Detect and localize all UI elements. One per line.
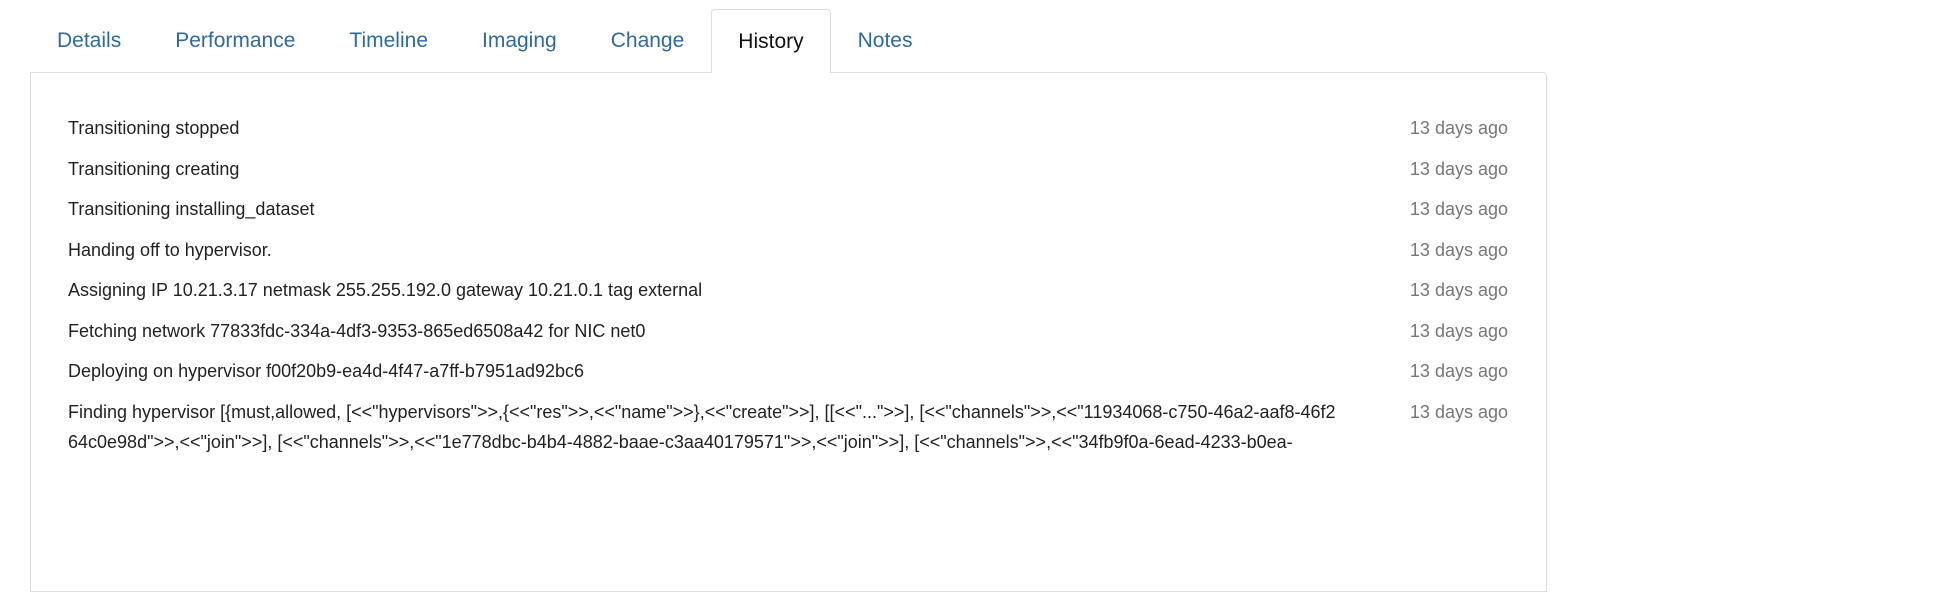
history-message: Transitioning creating [68,158,240,179]
tab-history[interactable]: History [711,9,831,73]
history-time: 13 days ago [1409,361,1508,381]
history-item: Assigning IP 10.21.3.17 netmask 255.255.… [68,275,1508,305]
history-list: Transitioning stopped 13 days ago Transit… [68,113,1508,467]
history-item: Transitioning stopped 13 days ago [68,113,1508,143]
history-time: 13 days ago [1409,158,1508,179]
tab-details[interactable]: Details [30,9,148,72]
history-message: Transitioning installing_dataset [68,199,315,219]
history-time: 13 days ago [1409,280,1508,300]
history-message: Transitioning stopped [68,118,240,138]
history-item: Fetching network 77833fdc-334a-4df3-9353… [68,316,1508,346]
history-item: Transitioning installing_dataset 13 days … [68,194,1508,224]
history-message: Finding hypervisor [{must,allowed, [<<"h… [68,401,1336,452]
history-message: Handing off to hypervisor. [68,239,272,260]
history-message: Assigning IP 10.21.3.17 netmask 255.255.… [68,280,703,300]
tab-change[interactable]: Change [584,9,712,72]
history-time: 13 days ago [1409,199,1508,219]
tab-bar: Details Performance Timeline Imaging Cha… [30,9,940,73]
tab-notes[interactable]: Notes [831,9,940,72]
history-message: Deploying on hypervisor f00f20b9-ea4d-4f… [68,361,585,381]
history-item: Handing off to hypervisor. 13 days ago [68,235,1508,265]
history-item: Transitioning creating 13 days ago [68,154,1508,184]
history-item: Finding hypervisor [{must,allowed, [<<"h… [68,397,1508,457]
history-time: 13 days ago [1409,401,1508,422]
tab-timeline[interactable]: Timeline [322,9,455,72]
history-time: 13 days ago [1409,320,1508,341]
history-item: Deploying on hypervisor f00f20b9-ea4d-4f… [68,356,1508,386]
history-time: 13 days ago [1409,118,1508,138]
history-message: Fetching network 77833fdc-334a-4df3-9353… [68,320,646,341]
history-time: 13 days ago [1409,239,1508,260]
tab-imaging[interactable]: Imaging [455,9,584,72]
tab-performance[interactable]: Performance [148,9,322,72]
